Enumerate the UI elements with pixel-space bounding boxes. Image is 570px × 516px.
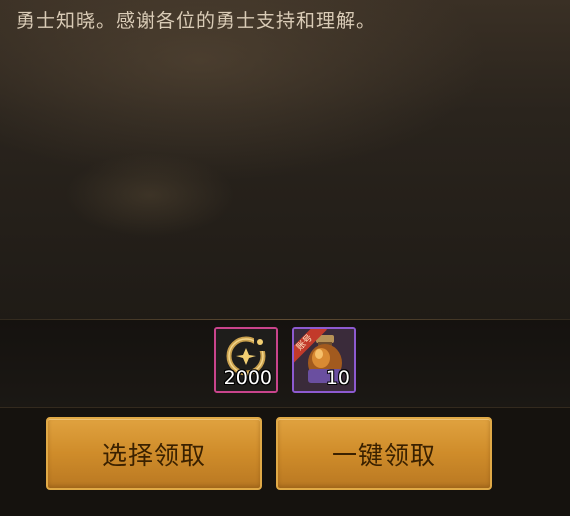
reward-item-emblem[interactable]: 2000 bbox=[214, 327, 278, 393]
reward-item-lantern[interactable]: 账号 10 bbox=[292, 327, 356, 393]
action-buttons: 选择领取 一键领取 bbox=[46, 417, 492, 490]
select-claim-button[interactable]: 选择领取 bbox=[46, 417, 262, 490]
mail-message-text: 勇士知晓。感谢各位的勇士支持和理解。 bbox=[16, 10, 377, 32]
reward-count: 10 bbox=[325, 367, 350, 389]
claim-all-button[interactable]: 一键领取 bbox=[276, 417, 492, 490]
reward-items: 2000 账号 10 bbox=[0, 327, 570, 393]
mail-content-panel: 勇士知晓。感谢各位的勇士支持和理解。 bbox=[0, 0, 570, 320]
reward-count: 2000 bbox=[223, 367, 272, 389]
